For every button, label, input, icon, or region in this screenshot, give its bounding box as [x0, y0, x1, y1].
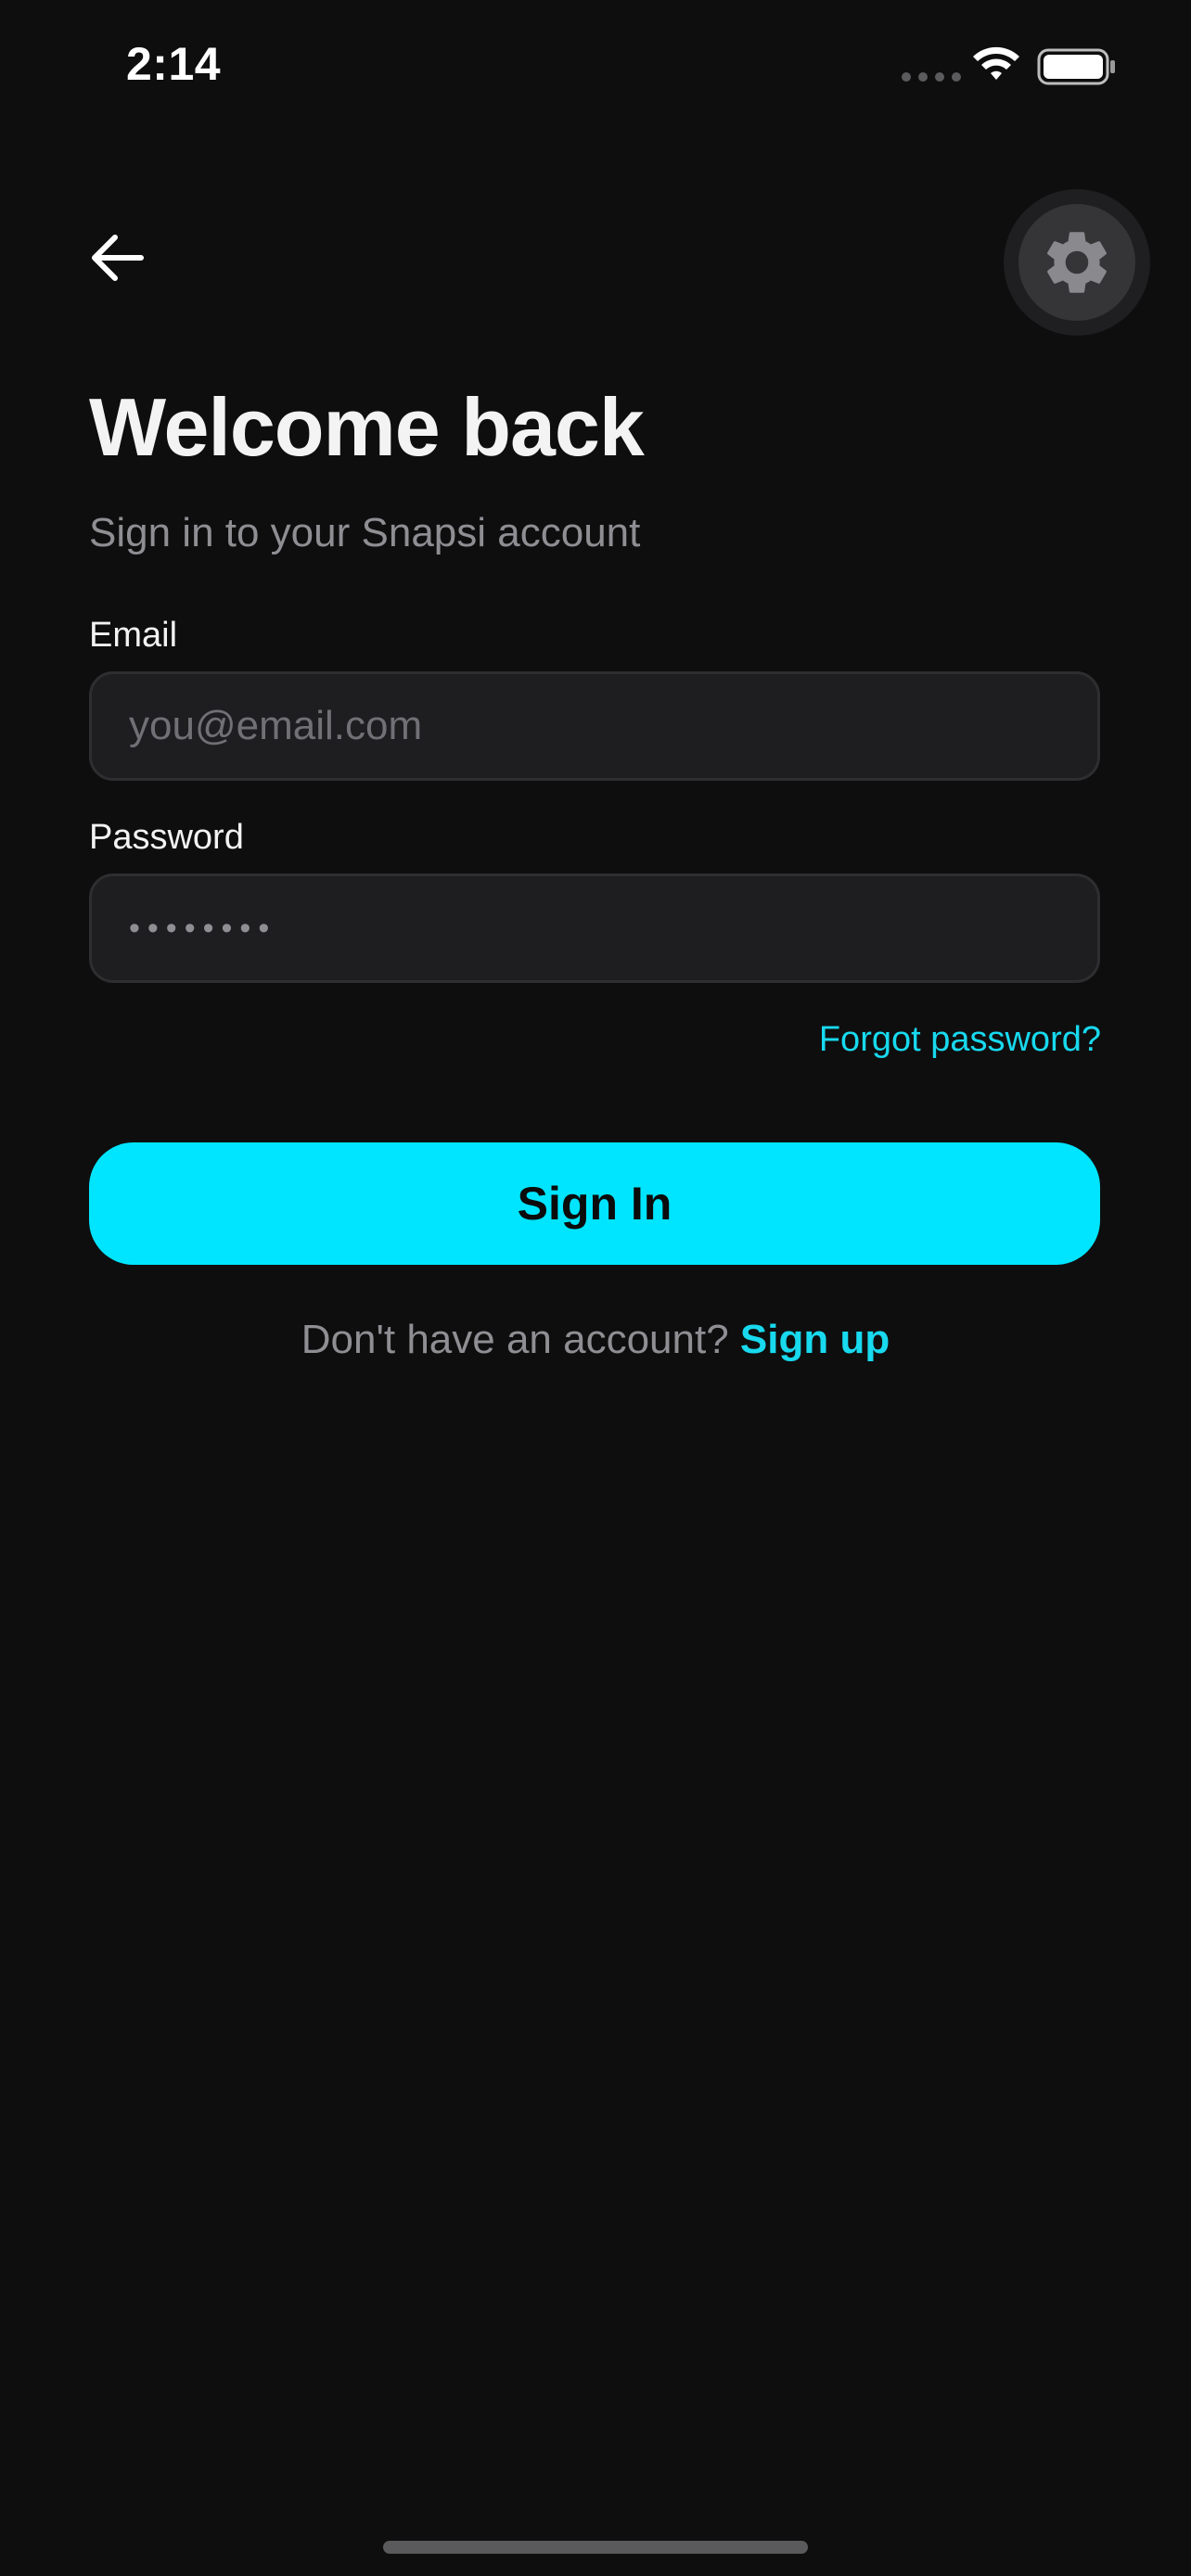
arrow-left-icon[interactable]: [89, 232, 148, 284]
home-indicator[interactable]: [383, 2541, 808, 2554]
password-label: Password: [89, 818, 244, 857]
email-field[interactable]: [127, 702, 1062, 750]
settings-button-inner[interactable]: [1018, 204, 1135, 321]
page-title: Welcome back: [89, 381, 645, 473]
email-label: Email: [89, 616, 178, 655]
page-subtitle: Sign in to your Snapsi account: [89, 510, 641, 555]
password-field-container[interactable]: [89, 874, 1100, 983]
cellular-signal-icon: [902, 72, 961, 82]
signup-link[interactable]: Sign up: [740, 1317, 890, 1362]
gear-icon: [1047, 232, 1107, 293]
wifi-icon: [973, 46, 1019, 80]
email-field-container[interactable]: [89, 671, 1100, 781]
settings-button[interactable]: [1004, 189, 1150, 336]
battery-icon: [1037, 48, 1115, 85]
status-time: 2:14: [126, 38, 222, 90]
signup-row: Don't have an account? Sign up: [0, 1317, 1191, 1363]
sign-in-button[interactable]: Sign In: [89, 1142, 1100, 1265]
forgot-password-link[interactable]: Forgot password?: [819, 1020, 1101, 1060]
signup-prompt: Don't have an account?: [301, 1317, 740, 1362]
password-field[interactable]: [127, 909, 1062, 948]
